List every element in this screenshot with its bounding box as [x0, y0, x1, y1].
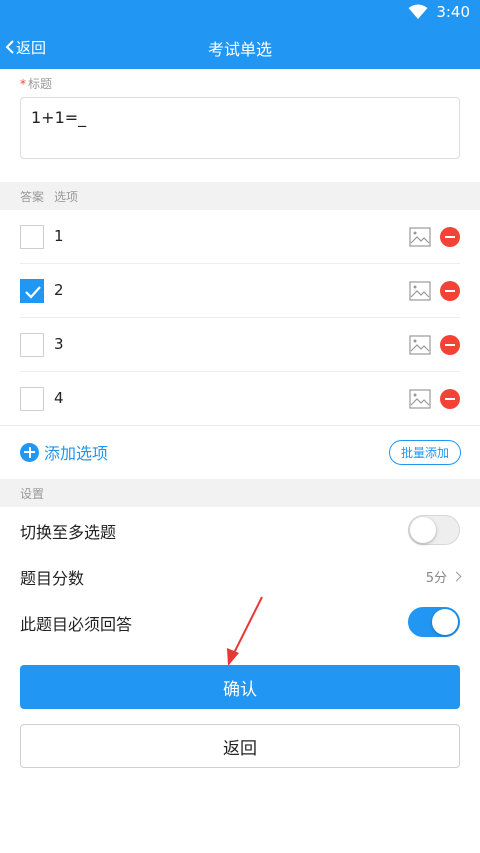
multi-choice-toggle[interactable] — [408, 515, 460, 545]
remove-option-icon[interactable] — [440, 335, 460, 355]
score-label: 题目分数 — [20, 569, 85, 588]
toggle-knob — [432, 609, 458, 635]
option-text[interactable]: 1 — [54, 227, 64, 245]
remove-option-icon[interactable] — [440, 281, 460, 301]
remove-option-icon[interactable] — [440, 389, 460, 409]
required-toggle[interactable] — [408, 607, 460, 637]
required-mark: * — [20, 77, 26, 91]
back-button[interactable]: 返回 — [20, 724, 460, 768]
question-title-label-text: 标题 — [28, 77, 53, 91]
question-title-input[interactable]: 1+1=_ — [20, 97, 460, 159]
status-time: 3:40 — [436, 3, 470, 21]
answer-header: 答案 — [20, 189, 45, 204]
option-row: 4 — [0, 372, 480, 426]
option-checkbox[interactable] — [20, 333, 44, 357]
option-checkbox[interactable] — [20, 225, 44, 249]
wifi-icon — [408, 4, 428, 19]
option-row: 3 — [0, 318, 480, 372]
option-text[interactable]: 4 — [54, 389, 64, 407]
option-checkbox[interactable] — [20, 387, 44, 411]
score-setting-row[interactable]: 题目分数 5分 — [0, 553, 480, 599]
confirm-button[interactable]: 确认 — [20, 665, 460, 709]
plus-circle-icon — [20, 442, 39, 462]
required-setting-row: 此题目必须回答 — [0, 599, 480, 645]
option-row: 2 — [0, 264, 480, 318]
app-bar: 返回 考试单选 — [0, 24, 480, 69]
chevron-right-icon — [451, 571, 462, 582]
divider — [0, 425, 480, 426]
batch-add-button[interactable]: 批量添加 — [389, 440, 461, 465]
score-value: 5分 — [425, 571, 447, 586]
page-title: 考试单选 — [207, 40, 272, 59]
option-text[interactable]: 3 — [54, 335, 64, 353]
image-icon[interactable] — [409, 227, 431, 247]
add-option-button[interactable]: 添加选项 — [20, 440, 108, 464]
required-label: 此题目必须回答 — [20, 615, 133, 634]
image-icon[interactable] — [409, 389, 431, 409]
toggle-knob — [410, 517, 436, 543]
score-value-link[interactable]: 5分 — [425, 567, 462, 586]
answer-section-header: 答案 选项 — [0, 182, 480, 210]
settings-section-header: 设置 — [0, 479, 480, 507]
image-icon[interactable] — [409, 335, 431, 355]
multi-choice-label: 切换至多选题 — [20, 523, 117, 542]
checkmark-icon — [25, 286, 41, 299]
add-option-label: 添加选项 — [44, 444, 109, 463]
settings-header: 设置 — [20, 486, 45, 501]
option-row: 1 — [0, 210, 480, 264]
image-icon[interactable] — [409, 281, 431, 301]
option-checkbox[interactable] — [20, 279, 44, 303]
remove-option-icon[interactable] — [440, 227, 460, 247]
option-header: 选项 — [54, 189, 79, 204]
option-text[interactable]: 2 — [54, 281, 64, 299]
multi-choice-setting-row: 切换至多选题 — [0, 507, 480, 553]
question-title-label: * 标题 — [20, 75, 52, 92]
status-bar: 3:40 — [0, 0, 480, 24]
